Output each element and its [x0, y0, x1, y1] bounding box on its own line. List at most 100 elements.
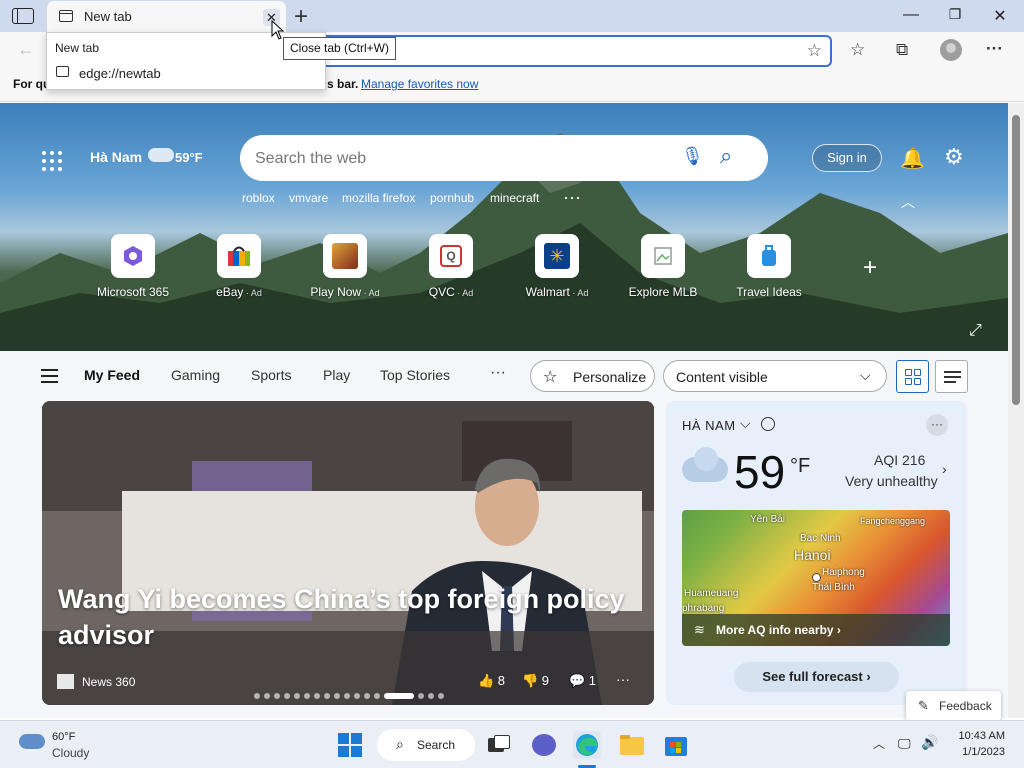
story-source[interactable]: News 360 — [82, 675, 135, 689]
teams-chat-icon[interactable] — [530, 731, 558, 759]
dislike-count[interactable]: 👎 9 — [522, 673, 549, 689]
add-quick-link-button[interactable]: + — [863, 254, 877, 282]
tab-play[interactable]: Play — [323, 367, 350, 383]
hover-card-title: New tab — [55, 41, 100, 55]
quick-link-microsoft-365[interactable]: Microsoft 365 — [78, 234, 188, 299]
network-icon[interactable]: 🖵 — [898, 736, 911, 752]
trending-more-button[interactable]: ··· — [563, 187, 581, 208]
favorites-icon[interactable]: ☆ — [850, 40, 865, 60]
browser-window: New tab ✕ + — ❐ ✕ ← ☆ ☆ ⧉ ··· For qu s b… — [0, 0, 1024, 768]
collections-icon[interactable]: ⧉ — [896, 40, 908, 60]
content-visibility-dropdown[interactable]: Content visible ⌵ — [663, 360, 887, 392]
quick-link-label: Play Now — [310, 285, 362, 299]
tab-my-feed[interactable]: My Feed — [84, 367, 140, 383]
see-full-forecast-button[interactable]: See full forecast › — [734, 662, 899, 692]
back-button[interactable]: ← — [17, 39, 35, 60]
quick-link-label: Microsoft 365 — [96, 285, 170, 299]
quick-link-play-now[interactable]: Play Now · Ad — [290, 234, 400, 299]
tab-actions-icon[interactable] — [12, 8, 34, 24]
microsoft-store-icon[interactable] — [662, 731, 690, 759]
air-quality-map[interactable]: Yên Bái Bac Ninh Hanoi Haiphong Thái Bìn… — [682, 510, 950, 646]
start-button[interactable] — [338, 733, 362, 757]
tab-gaming[interactable]: Gaming — [171, 367, 220, 383]
quick-link-explore-mlb[interactable]: Explore MLB — [608, 234, 718, 299]
taskbar-temperature[interactable]: 60°F — [52, 731, 75, 743]
search-icon: ⌕ — [396, 736, 404, 752]
minimize-button[interactable]: — — [897, 6, 925, 24]
search-icon[interactable]: ⌕ — [720, 143, 732, 169]
story-headline[interactable]: Wang Yi becomes China’s top foreign poli… — [58, 581, 648, 653]
profile-avatar[interactable] — [940, 39, 962, 61]
trending-item[interactable]: vmvare — [289, 191, 328, 205]
sign-in-button[interactable]: Sign in — [812, 144, 882, 172]
luggage-icon — [747, 234, 791, 278]
expand-background-icon[interactable]: ⤢ — [969, 322, 982, 340]
trending-item[interactable]: pornhub — [430, 191, 474, 205]
tab-sports[interactable]: Sports — [251, 367, 291, 383]
walmart-logo-icon: ✳ — [535, 234, 579, 278]
taskbar-search[interactable]: ⌕ Search — [377, 729, 475, 761]
weather-card: HÀ NAM ⌵ ··· 59 °F AQI 216 Very unhealth… — [666, 401, 967, 705]
collapse-chevron-icon[interactable]: ︿ — [901, 192, 915, 212]
close-window-button[interactable]: ✕ — [986, 6, 1014, 26]
list-layout-button[interactable] — [935, 360, 968, 393]
quick-link-qvc[interactable]: Q QVC · Ad — [396, 234, 506, 299]
like-count[interactable]: 👍 8 — [478, 673, 505, 689]
menu-hamburger-icon[interactable] — [41, 369, 58, 383]
aqi-status[interactable]: Very unhealthy — [845, 473, 938, 489]
more-aq-info-link[interactable]: More AQ info nearby › — [716, 623, 841, 637]
clock-time[interactable]: 10:43 AM — [956, 730, 1005, 742]
feedback-button[interactable]: ✎ Feedback — [906, 691, 1001, 721]
personalize-button[interactable]: ☆ Personalize — [530, 360, 655, 392]
weather-temperature[interactable]: 59°F — [175, 150, 203, 165]
weather-card-temperature: 59 — [734, 446, 786, 498]
quick-link-label: eBay — [216, 285, 244, 299]
quick-link-ebay[interactable]: eBay · Ad — [184, 234, 294, 299]
task-view-icon[interactable] — [485, 731, 513, 759]
page-scrollbar[interactable] — [1008, 103, 1024, 718]
add-favorite-icon[interactable]: ☆ — [807, 41, 822, 61]
weather-more-button[interactable]: ··· — [926, 414, 948, 436]
edge-icon[interactable] — [573, 731, 601, 759]
ad-marker: · Ad — [454, 288, 474, 298]
image-placeholder-icon — [641, 234, 685, 278]
chevron-down-icon[interactable]: ⌵ — [740, 415, 751, 432]
web-search-box[interactable]: Search the web 🎙 ⌕ — [240, 135, 768, 181]
weather-card-location[interactable]: HÀ NAM — [682, 418, 736, 433]
weather-location[interactable]: Hà Nam — [90, 149, 142, 165]
comment-count[interactable]: 💬 1 — [569, 673, 596, 689]
apps-launcher-icon[interactable] — [42, 151, 62, 171]
quick-link-label: QVC — [428, 285, 455, 299]
trending-item[interactable]: minecraft — [490, 191, 539, 205]
notifications-bell-icon[interactable]: 🔔 — [900, 146, 925, 171]
trending-item[interactable]: roblox — [242, 191, 275, 205]
scrollbar-thumb[interactable] — [1012, 115, 1020, 405]
new-tab-button[interactable]: + — [294, 3, 308, 31]
trending-item[interactable]: mozilla firefox — [342, 191, 415, 205]
tab-top-stories[interactable]: Top Stories — [380, 367, 450, 383]
tab-new-tab[interactable]: New tab ✕ — [47, 1, 286, 32]
story-more-button[interactable]: ··· — [616, 671, 630, 687]
quick-link-travel-ideas[interactable]: Travel Ideas — [714, 234, 824, 299]
show-hidden-icons-chevron-icon[interactable]: ︿ — [873, 735, 885, 752]
taskbar-weather-condition[interactable]: Cloudy — [52, 746, 89, 760]
manage-favorites-link[interactable]: Manage favorites now — [361, 77, 478, 91]
microphone-icon[interactable]: 🎙 — [681, 146, 704, 167]
settings-more-button[interactable]: ··· — [986, 39, 1003, 59]
grid-layout-button[interactable] — [896, 360, 929, 393]
chevron-right-icon[interactable]: › — [942, 461, 947, 477]
volume-icon[interactable]: 🔊 — [921, 734, 938, 751]
map-footer[interactable]: ≋ More AQ info nearby › — [682, 614, 950, 646]
page-settings-gear-icon[interactable]: ⚙ — [944, 144, 964, 170]
restore-button[interactable]: ❐ — [941, 6, 969, 23]
globe-icon[interactable] — [761, 417, 775, 431]
aqi-value[interactable]: AQI 216 — [874, 452, 925, 468]
cloud-icon[interactable] — [19, 734, 45, 749]
top-story-card[interactable]: Wang Yi becomes China’s top foreign poli… — [42, 401, 654, 705]
more-tabs-button[interactable]: ··· — [490, 364, 506, 382]
quick-link-walmart[interactable]: ✳ Walmart · Ad — [502, 234, 612, 299]
visibility-label: Content visible — [676, 369, 768, 385]
clock-date[interactable]: 1/1/2023 — [956, 746, 1005, 758]
file-explorer-icon[interactable] — [618, 731, 646, 759]
search-input[interactable]: Search the web — [255, 150, 366, 168]
